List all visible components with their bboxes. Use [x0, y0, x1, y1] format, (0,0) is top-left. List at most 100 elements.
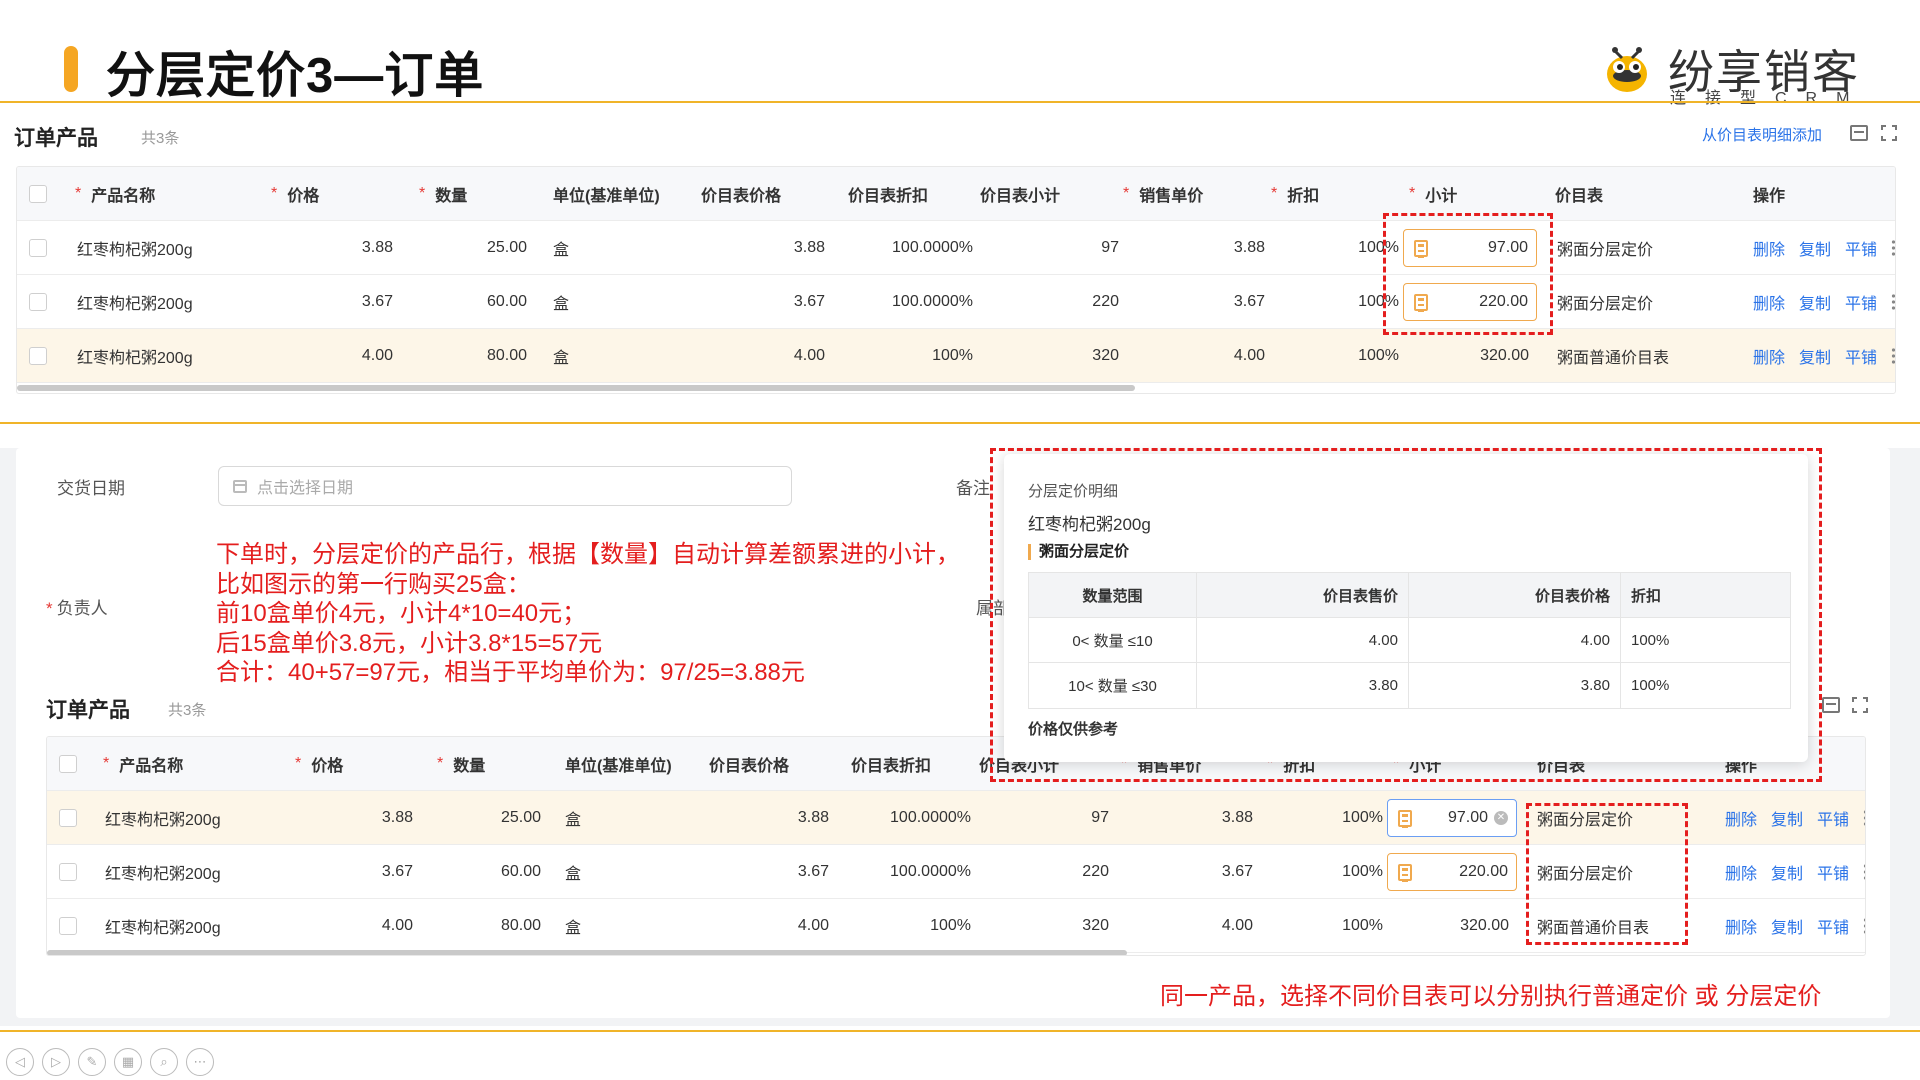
cell-discount[interactable]: 100%: [1263, 899, 1383, 952]
row-checkbox[interactable]: [59, 808, 77, 827]
row-actions: 删除 复制 平铺: [1725, 845, 1865, 898]
cell-pricelist[interactable]: 粥面分层定价: [1557, 221, 1653, 274]
cell-product[interactable]: 红枣枸杞粥200g: [77, 329, 193, 382]
row-actions: 删除 复制 平铺: [1725, 791, 1865, 844]
cell-sale-price[interactable]: 4.00: [1137, 329, 1265, 382]
zoom-icon[interactable]: ⌕: [150, 1048, 178, 1076]
delivery-date-input[interactable]: 点击选择日期: [218, 466, 792, 506]
cell-quantity[interactable]: 25.00: [407, 221, 527, 274]
cell-sale-price[interactable]: 4.00: [1127, 899, 1253, 952]
tile-link[interactable]: 平铺: [1817, 914, 1849, 938]
slides-grid-icon[interactable]: ▦: [114, 1048, 142, 1076]
drag-handle-icon[interactable]: [1863, 862, 1865, 881]
cell-price[interactable]: 3.67: [291, 845, 413, 898]
select-all-checkbox[interactable]: [29, 184, 47, 203]
delete-link[interactable]: 删除: [1753, 236, 1785, 260]
copy-link[interactable]: 复制: [1799, 236, 1831, 260]
select-all-checkbox[interactable]: [59, 754, 77, 773]
cell-sale-price[interactable]: 3.88: [1127, 791, 1253, 844]
cell-pricelist-discount: 100%: [932, 346, 973, 364]
subtotal-input[interactable]: 220.00: [1387, 853, 1517, 891]
tile-link[interactable]: 平铺: [1845, 236, 1877, 260]
cell-discount[interactable]: 100%: [1263, 791, 1383, 844]
col-header-product: * 产品名称: [103, 754, 184, 775]
row-checkbox[interactable]: [29, 238, 47, 257]
delete-link[interactable]: 删除: [1725, 860, 1757, 884]
owner-label: * 负责人: [46, 599, 108, 618]
cell-product[interactable]: 红枣枸杞粥200g: [105, 899, 221, 952]
cell-price[interactable]: 4.00: [291, 899, 413, 952]
delete-link[interactable]: 删除: [1725, 806, 1757, 830]
copy-link[interactable]: 复制: [1799, 344, 1831, 368]
copy-link[interactable]: 复制: [1771, 860, 1803, 884]
prev-slide-icon[interactable]: ◁: [6, 1048, 34, 1076]
horizontal-scrollbar[interactable]: [17, 385, 1135, 391]
tier-calc-icon[interactable]: [1398, 810, 1412, 828]
drag-handle-icon[interactable]: [1863, 916, 1865, 935]
cell-quantity[interactable]: 80.00: [407, 329, 527, 382]
col-header-product: * 产品名称: [75, 184, 156, 205]
delete-link[interactable]: 删除: [1725, 914, 1757, 938]
cell-unit: 盒: [565, 811, 582, 829]
copy-link[interactable]: 复制: [1799, 290, 1831, 314]
subtotal-input[interactable]: 97.00 ✕: [1387, 799, 1517, 837]
tile-link[interactable]: 平铺: [1817, 860, 1849, 884]
cell-discount[interactable]: 100%: [1279, 329, 1399, 382]
cell-price[interactable]: 4.00: [267, 329, 393, 382]
row-checkbox[interactable]: [59, 862, 77, 881]
row-actions: 删除 复制 平铺: [1753, 221, 1895, 274]
copy-link[interactable]: 复制: [1771, 806, 1803, 830]
next-slide-icon[interactable]: ▷: [42, 1048, 70, 1076]
cell-quantity[interactable]: 80.00: [427, 899, 541, 952]
delete-link[interactable]: 删除: [1753, 344, 1785, 368]
cell-sale-price[interactable]: 3.67: [1127, 845, 1253, 898]
col-header-sale-price: * 销售单价: [1123, 184, 1204, 205]
clear-icon[interactable]: ✕: [1494, 811, 1508, 825]
cell-price[interactable]: 3.67: [267, 275, 393, 328]
table-settings-icon[interactable]: [1850, 125, 1868, 141]
cell-quantity[interactable]: 60.00: [407, 275, 527, 328]
drag-handle-icon[interactable]: [1891, 346, 1895, 365]
cell-product[interactable]: 红枣枸杞粥200g: [77, 275, 193, 328]
cell-quantity[interactable]: 60.00: [427, 845, 541, 898]
drag-handle-icon[interactable]: [1891, 292, 1895, 311]
row-checkbox[interactable]: [29, 346, 47, 365]
cell-sale-price[interactable]: 3.67: [1137, 275, 1265, 328]
cell-subtotal[interactable]: 320.00: [1387, 899, 1509, 952]
table-row: 红枣枸杞粥200g 4.00 80.00 盒 4.00 100% 320 4.0…: [17, 329, 1895, 383]
delete-link[interactable]: 删除: [1753, 290, 1785, 314]
record-count: 共3条: [168, 702, 207, 719]
col-header-pricelist: 价目表: [1555, 187, 1604, 205]
cell-pricelist[interactable]: 粥面普通价目表: [1557, 329, 1669, 382]
cell-discount[interactable]: 100%: [1279, 221, 1399, 274]
cell-discount[interactable]: 100%: [1279, 275, 1399, 328]
row-checkbox[interactable]: [29, 292, 47, 311]
cell-product[interactable]: 红枣枸杞粥200g: [105, 791, 221, 844]
tile-link[interactable]: 平铺: [1817, 806, 1849, 830]
drag-handle-icon[interactable]: [1863, 808, 1865, 827]
cell-subtotal[interactable]: 320.00: [1403, 329, 1529, 382]
cell-discount[interactable]: 100%: [1263, 845, 1383, 898]
footer-rule: [0, 1030, 1920, 1032]
more-icon[interactable]: ⋯: [186, 1048, 214, 1076]
tier-calc-icon[interactable]: [1398, 864, 1412, 882]
cell-pricelist[interactable]: 粥面分层定价: [1557, 275, 1653, 328]
add-from-pricelist-link[interactable]: 从价目表明细添加: [1702, 124, 1822, 145]
cell-price[interactable]: 3.88: [267, 221, 393, 274]
pen-icon[interactable]: ✎: [78, 1048, 106, 1076]
cell-sale-price[interactable]: 3.88: [1137, 221, 1265, 274]
cell-pricelist-subtotal: 97: [1091, 808, 1109, 826]
fullscreen-icon[interactable]: [1881, 125, 1897, 141]
tile-link[interactable]: 平铺: [1845, 290, 1877, 314]
cell-product[interactable]: 红枣枸杞粥200g: [77, 221, 193, 274]
fullscreen-icon[interactable]: [1852, 697, 1868, 713]
row-checkbox[interactable]: [59, 916, 77, 935]
drag-handle-icon[interactable]: [1891, 238, 1895, 257]
tile-link[interactable]: 平铺: [1845, 344, 1877, 368]
cell-quantity[interactable]: 25.00: [427, 791, 541, 844]
copy-link[interactable]: 复制: [1771, 914, 1803, 938]
cell-price[interactable]: 3.88: [291, 791, 413, 844]
horizontal-scrollbar[interactable]: [47, 950, 1127, 955]
cell-product[interactable]: 红枣枸杞粥200g: [105, 845, 221, 898]
table-settings-icon[interactable]: [1822, 697, 1840, 713]
